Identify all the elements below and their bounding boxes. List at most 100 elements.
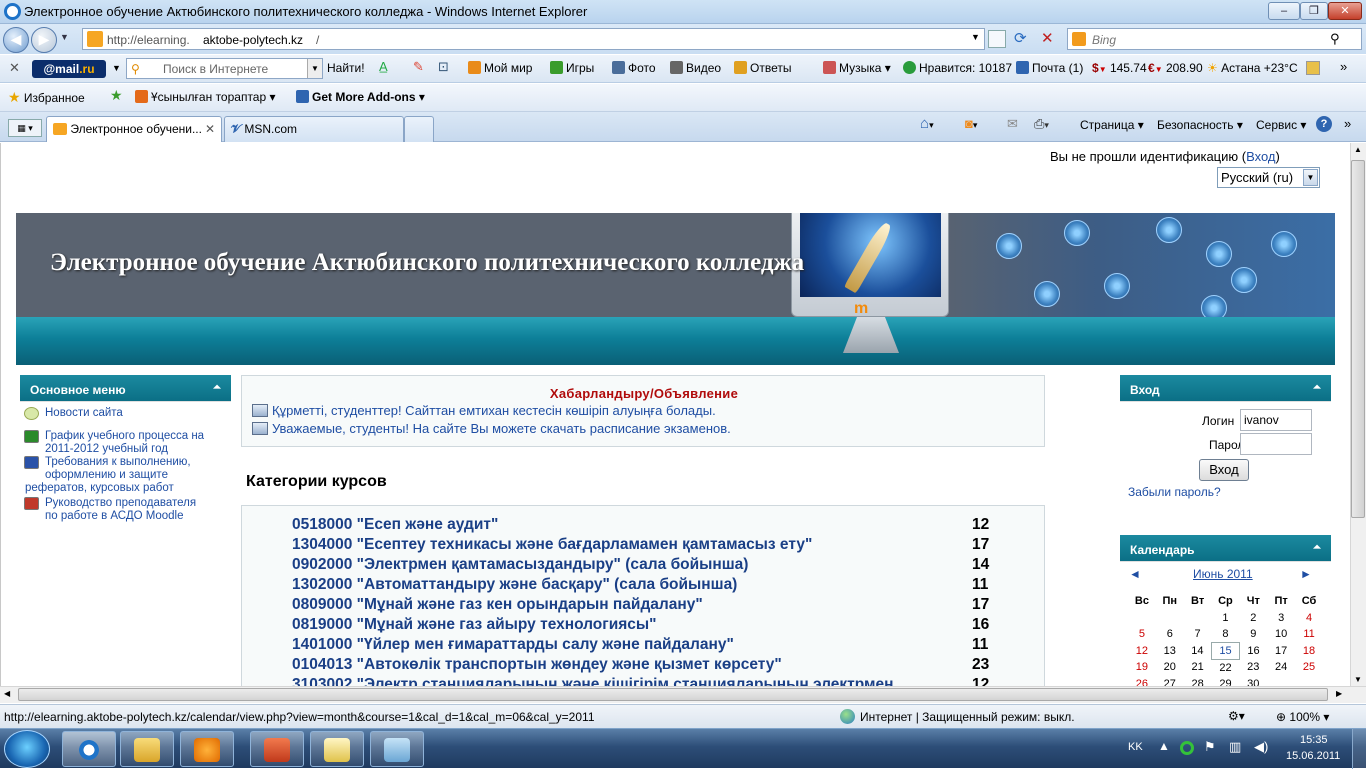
category-row[interactable]: 0518000 "Есеп және аудит" 12 bbox=[292, 516, 992, 534]
calendar-day[interactable]: 21 bbox=[1184, 659, 1212, 676]
volume-icon[interactable]: ◀) bbox=[1254, 739, 1268, 755]
calendar-day[interactable]: 12 bbox=[1128, 643, 1156, 660]
search-box[interactable]: Bing ⚲ bbox=[1067, 28, 1362, 50]
tab-elearning[interactable]: Электронное обучени... ✕ bbox=[46, 116, 222, 142]
toolbar-search-input[interactable]: ⚲ Поиск в Интернете ▼ bbox=[126, 58, 323, 79]
tools-menu[interactable]: Сервис ▾ bbox=[1256, 118, 1306, 132]
tab-close-icon[interactable]: ✕ bbox=[205, 122, 215, 136]
stop-icon[interactable]: ✕ bbox=[1041, 29, 1054, 47]
calendar-prev-button[interactable]: ◄ bbox=[1129, 567, 1141, 581]
mymir-link[interactable]: Мой мир bbox=[468, 61, 532, 75]
announcement-link[interactable]: Уважаемые, студенты! На сайте Вы можете … bbox=[252, 421, 731, 436]
taskbar-mail[interactable] bbox=[310, 731, 364, 767]
calendar-day[interactable]: 20 bbox=[1156, 659, 1184, 676]
security-zone[interactable]: Интернет | Защищенный режим: выкл. bbox=[860, 710, 1075, 724]
add-favorites-icon[interactable]: ★ bbox=[110, 87, 123, 104]
address-field[interactable]: http://elearning. aktobe-polytech.kz / ▼ bbox=[82, 28, 985, 50]
window-title-bar[interactable]: Электронное обучение Актюбинского полите… bbox=[0, 0, 1366, 24]
print-icon[interactable]: ⎙▾ bbox=[1034, 116, 1049, 132]
category-row[interactable]: 1304000 "Есептеу техникасы және бағдарла… bbox=[292, 536, 992, 554]
calendar-day[interactable]: 4 bbox=[1295, 610, 1323, 627]
show-desktop-button[interactable] bbox=[1352, 729, 1366, 769]
read-mail-icon[interactable]: ✉ bbox=[1007, 116, 1018, 132]
category-row[interactable]: 1302000 "Автоматтандыру және басқару" (с… bbox=[292, 576, 992, 594]
zoom-control[interactable]: ⊕ 100% ▾ bbox=[1276, 710, 1329, 724]
login-header[interactable]: Вход ⏶ bbox=[1120, 375, 1331, 402]
calendar-day[interactable]: 17 bbox=[1267, 643, 1295, 660]
taskbar-media-player[interactable] bbox=[180, 731, 234, 767]
calendar-day[interactable]: 28 bbox=[1184, 676, 1212, 686]
calendar-day[interactable]: 26 bbox=[1128, 676, 1156, 686]
calendar-day[interactable]: 29 bbox=[1212, 676, 1240, 686]
scroll-down-icon[interactable]: ▼ bbox=[1354, 675, 1362, 684]
horizontal-scroll-thumb[interactable] bbox=[18, 688, 1328, 701]
taskbar-explorer[interactable] bbox=[120, 731, 174, 767]
usd-rate[interactable]: $▼ 145.74 bbox=[1092, 61, 1147, 75]
safety-menu[interactable]: Безопасность ▾ bbox=[1157, 118, 1243, 132]
collapse-icon[interactable]: ⏶ bbox=[1313, 382, 1321, 393]
calendar-month-link[interactable]: Июнь 2011 bbox=[1193, 567, 1253, 581]
menu-item-requirements-line2[interactable]: оформлению и защите bbox=[45, 469, 168, 482]
collapse-icon[interactable]: ⏶ bbox=[1313, 542, 1321, 553]
back-button[interactable]: ◀ bbox=[3, 27, 29, 53]
calendar-day[interactable]: 2 bbox=[1239, 610, 1267, 627]
calendar-day[interactable]: 24 bbox=[1267, 659, 1295, 676]
calendar-day[interactable]: 6 bbox=[1156, 626, 1184, 643]
toolbar-widget-icon[interactable] bbox=[1306, 61, 1320, 75]
forward-button[interactable]: ▶ bbox=[31, 27, 57, 53]
close-button[interactable]: ✕ bbox=[1328, 2, 1362, 20]
taskbar-powerpoint[interactable] bbox=[250, 731, 304, 767]
quick-tabs-icon[interactable]: ▦ ▾ bbox=[8, 119, 42, 137]
highlight-icon[interactable]: ✎ bbox=[413, 59, 424, 75]
font-size-icon[interactable]: A̲ bbox=[379, 59, 388, 74]
scroll-up-icon[interactable]: ▲ bbox=[1354, 145, 1362, 154]
calendar-day[interactable]: 9 bbox=[1239, 626, 1267, 643]
start-button[interactable] bbox=[4, 730, 50, 768]
calendar-day[interactable]: 25 bbox=[1295, 659, 1323, 676]
category-row[interactable]: 0902000 "Электрмен қамтамасыздандыру" (с… bbox=[292, 556, 992, 574]
refresh-icon[interactable]: ⟳ bbox=[1014, 29, 1027, 47]
compatibility-view-icon[interactable] bbox=[988, 30, 1006, 48]
announcement-link[interactable]: Құрметті, студенттер! Сайттан емтихан ке… bbox=[252, 403, 716, 418]
weather-widget[interactable]: ☀ Астана +23°C bbox=[1207, 61, 1298, 75]
calendar-day[interactable]: 19 bbox=[1128, 659, 1156, 676]
home-icon[interactable]: ⌂▾ bbox=[920, 115, 934, 132]
login-link[interactable]: Вход bbox=[1246, 149, 1275, 164]
menu-item-schedule-line1[interactable]: График учебного процесса на bbox=[45, 430, 204, 443]
mailru-logo[interactable]: @mail.ru bbox=[32, 60, 106, 78]
clock-date[interactable]: 15.06.2011 bbox=[1286, 750, 1340, 762]
clock-time[interactable]: 15:35 bbox=[1300, 734, 1328, 746]
category-row[interactable]: 0819000 "Мұнай және газ айыру технология… bbox=[292, 616, 992, 634]
new-tab-button[interactable] bbox=[404, 116, 434, 142]
get-addons-link[interactable]: Get More Add-ons ▾ bbox=[296, 90, 425, 104]
menu-item-requirements-line1[interactable]: Требования к выполнению, bbox=[45, 456, 191, 469]
menu-item-news[interactable]: Новости сайта bbox=[45, 407, 123, 420]
category-row[interactable]: 0809000 "Мұнай және газ кен орындарын па… bbox=[292, 596, 992, 614]
toolbar-close-icon[interactable]: ✕ bbox=[9, 60, 20, 76]
search-icon[interactable]: ⚲ bbox=[1330, 31, 1340, 47]
video-link[interactable]: Видео bbox=[670, 61, 721, 75]
menu-item-schedule-line2[interactable]: 2011-2012 учебный год bbox=[45, 443, 168, 456]
calendar-header[interactable]: Календарь ⏶ bbox=[1120, 535, 1331, 562]
category-row[interactable]: 3103002 "Электр станцияларының және кіші… bbox=[292, 676, 992, 686]
menu-item-guide-line1[interactable]: Руководство преподавателя bbox=[45, 497, 196, 510]
taskbar-notepad[interactable] bbox=[370, 731, 424, 767]
photo-link[interactable]: Фото bbox=[612, 61, 656, 75]
calendar-day[interactable]: 1 bbox=[1212, 610, 1240, 627]
help-icon[interactable]: ? bbox=[1316, 116, 1332, 132]
calendar-day[interactable]: 23 bbox=[1239, 659, 1267, 676]
calendar-day[interactable]: 8 bbox=[1212, 626, 1240, 643]
music-link[interactable]: Музыка ▾ bbox=[823, 61, 891, 75]
mail-link[interactable]: Почта (1) bbox=[1016, 61, 1083, 75]
calendar-day[interactable]: 30 bbox=[1239, 676, 1267, 686]
category-row[interactable]: 1401000 "Үйлер мен ғимараттарды салу жән… bbox=[292, 636, 992, 654]
calendar-day[interactable]: 22 bbox=[1212, 659, 1240, 676]
scroll-right-icon[interactable]: ▶ bbox=[1336, 689, 1342, 698]
toolbar-search-dropdown-icon[interactable]: ▼ bbox=[307, 59, 322, 78]
page-menu[interactable]: Страница ▾ bbox=[1080, 118, 1144, 132]
answers-link[interactable]: Ответы bbox=[734, 61, 791, 75]
feeds-icon[interactable]: ◙▾ bbox=[965, 116, 977, 131]
menu-item-requirements-line3[interactable]: рефератов, курсовых работ bbox=[25, 482, 174, 495]
eur-rate[interactable]: €▼ 208.90 bbox=[1148, 61, 1203, 75]
calendar-day[interactable]: 3 bbox=[1267, 610, 1295, 627]
